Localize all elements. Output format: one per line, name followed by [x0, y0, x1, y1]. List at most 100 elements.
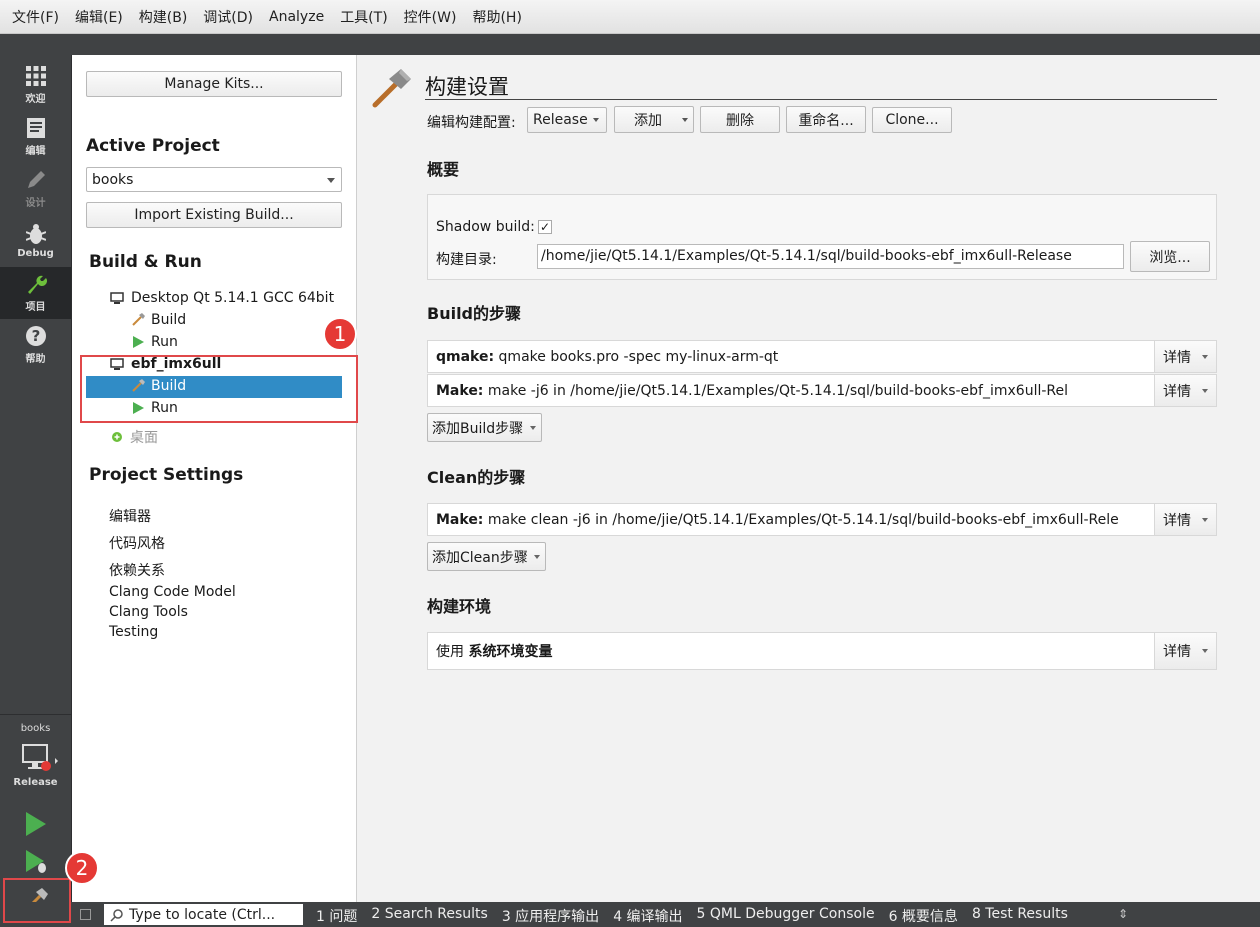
add-clean-step-button[interactable]: 添加Clean步骤 [427, 542, 546, 571]
target-project: books [20, 723, 51, 734]
project-select[interactable]: books [86, 167, 342, 192]
title-divider [425, 99, 1217, 100]
kit-desktop-label: Desktop Qt 5.14.1 GCC 64bit [131, 290, 335, 306]
pane-test-results[interactable]: 8 Test Results [972, 906, 1068, 926]
monitor-icon [110, 291, 124, 304]
chevron-down-icon [530, 426, 536, 430]
settings-code-style[interactable]: 代码风格 [109, 533, 165, 553]
kit-desktop-inactive[interactable]: 桌面 [110, 427, 158, 447]
settings-clang-code-model[interactable]: Clang Code Model [109, 584, 236, 600]
kit-desktop-build[interactable]: Build [131, 312, 186, 328]
chevron-down-icon [1202, 649, 1208, 653]
build-step-make[interactable]: Make: make -j6 in /home/jie/Qt5.14.1/Exa… [427, 374, 1217, 407]
pane-app-output[interactable]: 3 应用程序输出 [502, 906, 599, 926]
mode-debug[interactable]: Debug [0, 215, 71, 267]
menu-edit[interactable]: 编辑(E) [67, 7, 131, 27]
target-selector[interactable]: books Release [0, 714, 71, 796]
shadow-build-checkbox[interactable]: ✓ [538, 220, 552, 234]
kit-desktop[interactable]: Desktop Qt 5.14.1 GCC 64bit [110, 290, 334, 306]
overview-heading: 概要 [427, 160, 460, 179]
edit-config-label: 编辑构建配置: [427, 115, 516, 131]
annotation-badge-1: 1 [323, 317, 357, 351]
wrench-icon [25, 273, 47, 295]
menu-tools[interactable]: 工具(T) [332, 7, 395, 27]
chevron-down-icon [534, 555, 540, 559]
details-button[interactable]: 详情 [1154, 341, 1216, 372]
env-system-vars: 系统环境变量 [468, 644, 553, 660]
kit-desktop-run-label: Run [151, 334, 178, 350]
pane-compile-output[interactable]: 4 编译输出 [613, 906, 682, 926]
mode-projects-label: 项目 [25, 302, 46, 313]
settings-editor[interactable]: 编辑器 [109, 506, 151, 526]
active-project-heading: Active Project [86, 136, 220, 156]
clean-step-make-text: make clean -j6 in /home/jie/Qt5.14.1/Exa… [483, 511, 1119, 528]
rename-config-button[interactable]: 重命名... [786, 106, 866, 133]
status-bar: Type to locate (Ctrl... 1 问题 2 Search Re… [0, 902, 1260, 927]
updown-icon[interactable]: ⇕ [1118, 907, 1128, 921]
monitor-icon [22, 744, 58, 778]
clone-config-button[interactable]: Clone... [872, 107, 952, 133]
build-step-make-text: make -j6 in /home/jie/Qt5.14.1/Examples/… [483, 382, 1069, 399]
project-select-value: books [92, 171, 134, 188]
clean-steps-heading: Clean的步骤 [427, 468, 526, 487]
settings-testing[interactable]: Testing [109, 624, 158, 640]
settings-dependencies[interactable]: 依赖关系 [109, 560, 165, 580]
clean-step-make[interactable]: Make: make clean -j6 in /home/jie/Qt5.14… [427, 503, 1217, 536]
browse-button[interactable]: 浏览... [1130, 241, 1210, 272]
build-step-qmake-key: qmake: [436, 348, 495, 365]
settings-clang-tools[interactable]: Clang Tools [109, 604, 188, 620]
overview-panel: Shadow build: ✓ 构建目录: /home/jie/Qt5.14.1… [427, 194, 1217, 280]
mode-edit[interactable]: 编辑 [0, 111, 71, 163]
debug-run-button[interactable] [24, 849, 50, 879]
env-prefix: 使用 [436, 644, 469, 660]
toggle-sidebar-icon[interactable] [80, 909, 91, 920]
add-config-label: 添加 [634, 112, 662, 129]
kit-desktop-run[interactable]: Run [131, 334, 178, 350]
annotation-box-1 [80, 355, 358, 423]
details-button[interactable]: 详情 [1154, 633, 1216, 669]
mode-design[interactable]: 设计 [0, 163, 71, 215]
menu-debug[interactable]: 调试(D) [195, 7, 261, 27]
details-button[interactable]: 详情 [1154, 504, 1216, 535]
delete-config-button[interactable]: 删除 [700, 106, 780, 133]
mode-welcome[interactable]: 欢迎 [0, 59, 71, 111]
locator-input[interactable]: Type to locate (Ctrl... [104, 904, 303, 925]
build-step-qmake[interactable]: qmake: qmake books.pro -spec my-linux-ar… [427, 340, 1217, 373]
chevron-down-icon [593, 118, 599, 122]
debug-run-icon [26, 850, 46, 873]
pane-search-results[interactable]: 2 Search Results [371, 906, 487, 926]
chevron-down-icon [1202, 389, 1208, 393]
build-dir-input[interactable]: /home/jie/Qt5.14.1/Examples/Qt-5.14.1/sq… [537, 244, 1124, 269]
pane-issues[interactable]: 1 问题 [316, 906, 357, 926]
menu-help[interactable]: 帮助(H) [464, 7, 529, 27]
chevron-down-icon [1202, 518, 1208, 522]
build-dir-label: 构建目录: [436, 252, 497, 268]
details-label: 详情 [1163, 644, 1191, 660]
details-button[interactable]: 详情 [1154, 375, 1216, 406]
config-select[interactable]: Release [527, 107, 607, 133]
import-build-button[interactable]: Import Existing Build... [86, 202, 342, 228]
run-button[interactable] [24, 811, 48, 841]
mode-projects[interactable]: 项目 [0, 267, 71, 319]
build-env-row[interactable]: 使用 系统环境变量 详情 [427, 632, 1217, 670]
build-run-heading: Build & Run [89, 252, 202, 272]
details-label: 详情 [1163, 349, 1191, 366]
menu-widgets[interactable]: 控件(W) [396, 7, 465, 27]
run-icon [133, 336, 144, 348]
build-env-heading: 构建环境 [427, 597, 492, 616]
add-build-step-label: 添加Build步骤 [432, 420, 524, 437]
kit-desktop-build-label: Build [151, 312, 187, 328]
menu-build[interactable]: 构建(B) [131, 7, 196, 27]
pane-general-messages[interactable]: 6 概要信息 [889, 906, 958, 926]
pane-qml-debugger[interactable]: 5 QML Debugger Console [697, 906, 875, 926]
menu-analyze[interactable]: Analyze [261, 9, 332, 25]
chevron-down-icon [327, 177, 335, 183]
add-config-button[interactable]: 添加 [614, 106, 694, 133]
mode-help[interactable]: ? 帮助 [0, 319, 71, 371]
add-build-step-button[interactable]: 添加Build步骤 [427, 413, 542, 442]
search-icon [110, 908, 123, 922]
manage-kits-button[interactable]: Manage Kits... [86, 71, 342, 97]
run-icon [26, 812, 46, 836]
menu-file[interactable]: 文件(F) [4, 7, 67, 27]
page-title: 构建设置 [425, 75, 509, 99]
